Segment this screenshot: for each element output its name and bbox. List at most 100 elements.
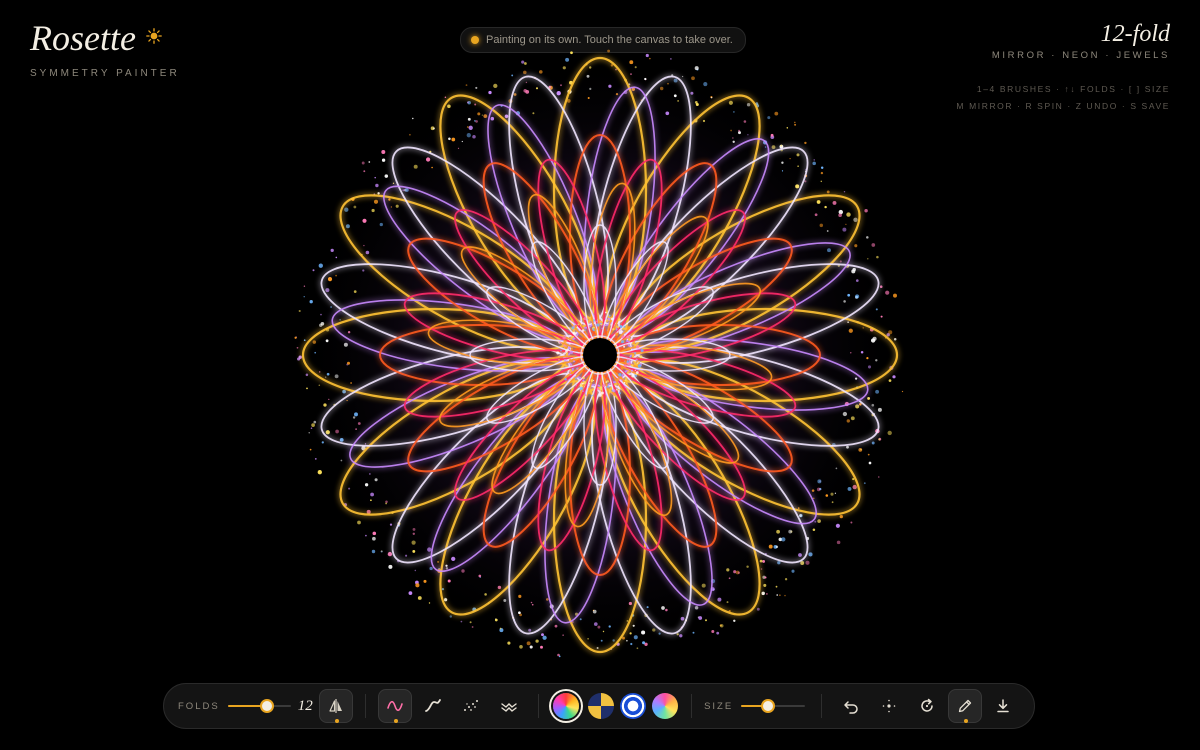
core-sparkle xyxy=(626,382,628,385)
sparkle xyxy=(862,327,864,329)
sparkle xyxy=(732,140,735,143)
sparkle xyxy=(589,87,592,91)
sparkle xyxy=(850,416,855,421)
sparkle xyxy=(867,365,872,369)
sparkle xyxy=(817,479,822,484)
core-sparkle xyxy=(638,362,641,364)
sparkle xyxy=(296,346,299,349)
sparkle xyxy=(867,258,869,260)
ribbon-brush-button[interactable] xyxy=(492,689,526,723)
sparkle xyxy=(880,315,883,318)
save-button[interactable] xyxy=(986,689,1020,723)
sparkle xyxy=(365,534,367,537)
sparkle xyxy=(305,373,309,377)
undo-icon xyxy=(844,701,858,714)
size-slider-thumb[interactable] xyxy=(761,699,776,713)
core-sparkle xyxy=(610,317,614,321)
sparkle xyxy=(759,559,763,563)
palette-blue-ring[interactable] xyxy=(620,693,647,719)
sparkle xyxy=(868,461,872,465)
palette-gold-navy[interactable] xyxy=(588,693,615,719)
sparkle xyxy=(362,269,365,272)
core-sparkle xyxy=(581,329,585,332)
spray-brush-button[interactable] xyxy=(454,689,488,723)
sparkle xyxy=(888,379,892,382)
draw-mode-button[interactable] xyxy=(948,689,982,723)
scatter-button[interactable] xyxy=(872,689,906,723)
folds-slider[interactable] xyxy=(227,698,292,714)
core-sparkle xyxy=(626,358,629,361)
undo-button[interactable] xyxy=(834,689,868,723)
core-sparkle xyxy=(612,328,615,331)
core-sparkle xyxy=(564,378,567,381)
sparkle xyxy=(670,58,672,60)
sparkle xyxy=(860,448,862,451)
sparkle xyxy=(728,100,733,105)
core-sparkle xyxy=(601,327,603,330)
palette-spectrum[interactable] xyxy=(652,693,679,719)
sparkle xyxy=(661,606,665,610)
sparkle xyxy=(764,576,767,579)
neon-brush-button[interactable] xyxy=(378,689,413,723)
sparkle xyxy=(488,90,492,95)
painting-canvas[interactable] xyxy=(290,45,910,665)
sparkle xyxy=(529,645,533,649)
sparkle xyxy=(346,399,348,402)
core-sparkle xyxy=(588,383,591,385)
sparkle xyxy=(380,550,383,553)
size-slider[interactable] xyxy=(741,698,805,714)
core-sparkle xyxy=(590,379,594,382)
sparkle xyxy=(677,100,679,102)
sparkle xyxy=(411,540,416,545)
sparkle xyxy=(381,150,386,154)
sparkle xyxy=(445,564,448,567)
sparkle xyxy=(676,633,679,636)
sparkle xyxy=(312,269,315,272)
sparkle xyxy=(525,90,530,94)
sparkle xyxy=(475,86,478,89)
sparkle xyxy=(659,86,664,91)
sparkle xyxy=(530,601,533,604)
sparkle xyxy=(600,639,603,642)
sparkle xyxy=(325,376,327,378)
sparkle xyxy=(303,339,306,342)
palette-rainbow[interactable] xyxy=(553,693,580,719)
sparkle xyxy=(460,620,463,623)
sparkle xyxy=(746,103,751,107)
sparkle xyxy=(312,340,317,344)
sparkle xyxy=(839,514,843,519)
core-sparkle xyxy=(618,373,622,377)
core-sparkle xyxy=(626,338,629,341)
folds-slider-thumb[interactable] xyxy=(260,699,275,713)
divider xyxy=(365,694,367,718)
sparkle xyxy=(519,644,523,649)
ink-brush-button[interactable] xyxy=(416,689,450,723)
core-sparkle xyxy=(624,360,627,363)
core-sparkle xyxy=(563,344,566,347)
mirror-toggle[interactable] xyxy=(319,689,354,723)
core-sparkle xyxy=(569,370,572,373)
sparkle xyxy=(441,587,445,591)
core-sparkle xyxy=(634,369,636,372)
sparkle xyxy=(630,73,632,75)
sparkle xyxy=(852,484,857,490)
sparkle xyxy=(847,293,851,297)
sparkle xyxy=(781,170,784,172)
sparkle xyxy=(423,579,427,583)
sparkle xyxy=(796,153,800,157)
spin-button[interactable] xyxy=(910,689,944,723)
divider xyxy=(691,694,693,718)
sparkle xyxy=(342,389,346,394)
sparkle xyxy=(764,146,767,148)
core-sparkle xyxy=(562,336,566,340)
core-sparkle xyxy=(576,367,579,370)
sparkle xyxy=(325,339,329,343)
sparkle xyxy=(449,615,453,618)
sparkle xyxy=(372,536,376,541)
sparkle xyxy=(344,207,349,212)
sparkle xyxy=(779,594,781,597)
sun-icon xyxy=(146,28,163,44)
core-sparkle xyxy=(618,318,621,321)
status-dot xyxy=(471,36,479,44)
core-sparkle xyxy=(606,329,608,331)
